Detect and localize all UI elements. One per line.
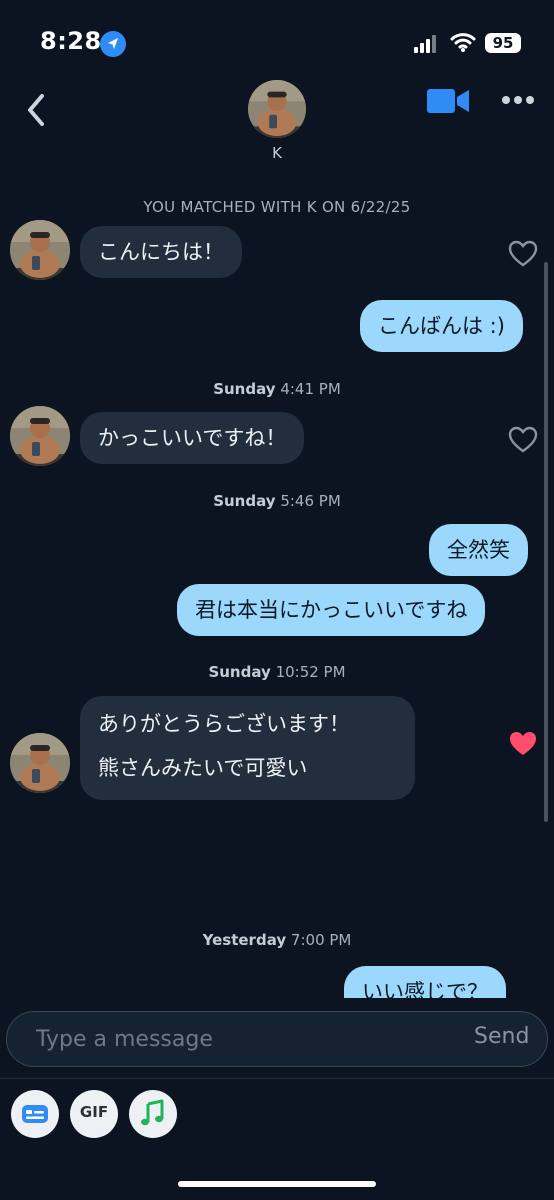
match-date-line: YOU MATCHED WITH K ON 6/22/25: [143, 198, 411, 216]
message-line: 熊さんみたいで可愛い: [98, 756, 308, 780]
match-avatar[interactable]: [248, 80, 306, 138]
battery-icon: 95: [485, 33, 521, 53]
message-input[interactable]: [36, 1022, 436, 1056]
timestamp: Yesterday 7:00 PM: [202, 931, 352, 949]
music-button[interactable]: [129, 1090, 177, 1138]
message-avatar[interactable]: [10, 406, 70, 466]
card-button[interactable]: [11, 1090, 59, 1138]
video-call-icon[interactable]: [427, 88, 469, 114]
message-avatar[interactable]: [10, 220, 70, 280]
signal-icon: [414, 33, 440, 53]
gif-label: GIF: [79, 1103, 109, 1121]
card-icon: [11, 1090, 59, 1138]
outgoing-message[interactable]: 君は本当にかっこいいですね: [177, 584, 486, 636]
divider: [0, 1078, 554, 1079]
incoming-message[interactable]: こんにちは！: [80, 226, 242, 278]
status-time: 8:28: [40, 27, 102, 55]
incoming-message[interactable]: ありがとうらございます！ 熊さんみたいで可愛い: [80, 696, 415, 800]
outgoing-message[interactable]: いい感じで？: [344, 966, 506, 998]
timestamp: Sunday 10:52 PM: [208, 663, 346, 681]
message-line: ありがとうらございます！: [98, 712, 350, 736]
back-chevron-icon[interactable]: [22, 90, 52, 130]
more-icon[interactable]: [500, 95, 536, 107]
incoming-message[interactable]: かっこいいですね！: [80, 412, 305, 464]
music-note-icon: [129, 1090, 177, 1138]
location-arrow-icon: [100, 31, 126, 57]
heart-icon[interactable]: [508, 240, 538, 268]
timestamp: Sunday 5:46 PM: [213, 492, 341, 510]
send-button[interactable]: Send: [474, 1024, 529, 1049]
timestamp: Sunday 4:41 PM: [213, 380, 341, 398]
match-name[interactable]: K: [262, 144, 292, 162]
scrollbar[interactable]: [544, 262, 548, 822]
home-indicator[interactable]: [178, 1181, 376, 1187]
outgoing-message[interactable]: 全然笑: [429, 524, 528, 576]
heart-icon[interactable]: [508, 426, 538, 454]
wifi-icon: [450, 31, 476, 53]
outgoing-message[interactable]: こんばんは :): [360, 300, 523, 352]
heart-icon[interactable]: [508, 730, 538, 758]
message-avatar[interactable]: [10, 733, 70, 793]
gif-button[interactable]: GIF: [70, 1090, 118, 1138]
